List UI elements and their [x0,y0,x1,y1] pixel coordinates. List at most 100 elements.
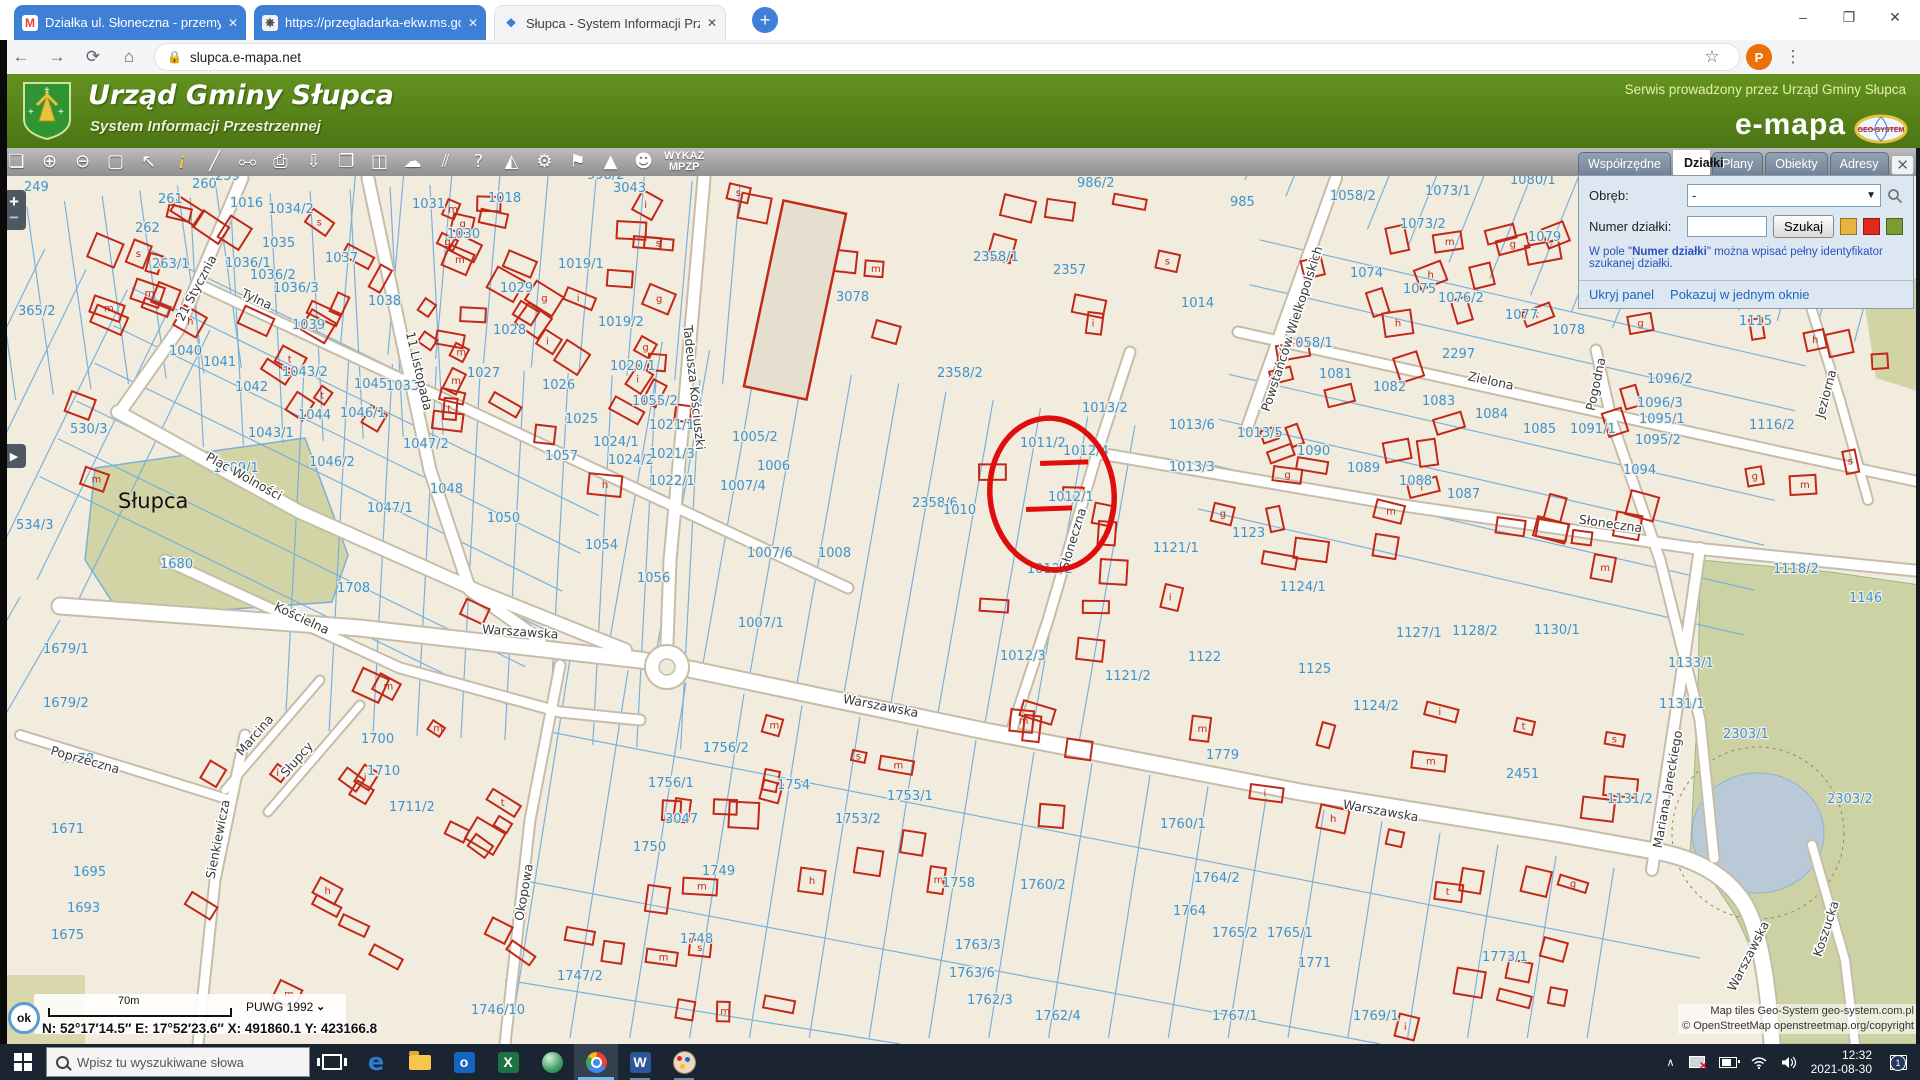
panel-close-icon[interactable]: ✕ [1891,155,1914,175]
settings-gears-icon[interactable]: ⚙ [528,148,561,176]
measure-icon[interactable]: ╱ [198,148,231,176]
taskbar-clock[interactable]: 12:32 2021-08-30 [1811,1048,1872,1076]
svg-text:g: g [642,342,648,353]
chevron-down-icon: ▼ [1866,190,1876,201]
svg-text:1058/2: 1058/2 [1330,189,1376,204]
svg-text:m: m [451,376,461,387]
action-center-icon[interactable]: 1 [1886,1051,1910,1073]
legend-square-yellow[interactable] [1840,218,1857,235]
minimize-button[interactable]: – [1780,0,1826,34]
svg-text:1013/5: 1013/5 [1237,426,1283,441]
map-viewport[interactable]: gigmtsmmithmmiigggsthgihtghmmgimmggiimtm… [0,176,1920,1044]
svg-text:263/1: 263/1 [152,257,189,272]
obreb-select[interactable]: -▼ [1687,184,1881,207]
svg-text:1024/1: 1024/1 [593,435,639,450]
browser-tab-1[interactable]: M Działka ul. Słoneczna - przemysł ✕ [14,5,246,40]
restore-button[interactable]: ❐ [1826,0,1872,34]
svg-text:1762/4: 1762/4 [1035,1009,1081,1024]
address-bar[interactable]: 🔒 slupca.e-mapa.net ☆ [154,43,1740,71]
tab-close-icon[interactable]: ✕ [228,16,238,30]
taskbar-app-excel[interactable]: X [486,1044,530,1080]
search-icon[interactable] [1887,188,1903,204]
profile-avatar[interactable]: P [1746,44,1772,70]
map-zoom-out[interactable]: − [9,210,19,226]
back-icon[interactable]: ← [6,47,36,67]
panel-tab-współrzędne[interactable]: Współrzędne [1578,152,1671,175]
url-text[interactable]: slupca.e-mapa.net [190,50,301,65]
svg-text:1756/2: 1756/2 [703,741,749,756]
browser-tab-3[interactable]: ❖ Słupca - System Informacji Przest ✕ [494,5,726,40]
layout-panels-icon[interactable]: ◫ [363,148,396,176]
taskbar-app-word[interactable]: W [618,1044,662,1080]
browser-menu-icon[interactable]: ⋮ [1778,47,1808,67]
browser-tab-2[interactable]: ✵ https://przegladarka-ekw.ms.gov ✕ [254,5,486,40]
single-window-link[interactable]: Pokazuj w jednym oknie [1670,287,1809,302]
crs-select[interactable]: PUWG 1992 [246,1000,313,1014]
szukaj-button[interactable]: Szukaj [1773,215,1834,238]
svg-text:1750: 1750 [633,840,666,855]
wifi-icon[interactable] [1751,1056,1767,1069]
svg-text:1089: 1089 [1347,461,1380,476]
parcel-number-input[interactable] [1687,216,1767,237]
terrain-icon[interactable]: ▲ [594,148,627,176]
taskbar-app-globe-app[interactable] [530,1044,574,1080]
panel-tab-obiekty[interactable]: Obiekty [1765,152,1827,175]
crs-chevron-icon[interactable]: ⌄ [316,1000,325,1013]
taskbar-search[interactable]: Wpisz tu wyszukiwane słowa [46,1047,310,1077]
legend-square-green[interactable] [1886,218,1903,235]
cursor-icon[interactable]: ↖ [132,148,165,176]
svg-text:1133/1: 1133/1 [1668,656,1714,671]
tab-close-icon[interactable]: ✕ [468,16,478,30]
svg-text:+: + [28,107,34,118]
taskbar-app-edge[interactable]: e [354,1044,398,1080]
copy-view-icon[interactable]: ❐ [330,148,363,176]
home-icon[interactable]: ⌂ [114,47,144,67]
start-button[interactable] [0,1044,46,1080]
ok-indicator[interactable]: ok [8,1002,40,1034]
panel-tab-działki[interactable]: Działki [1673,150,1710,175]
legend-square-red[interactable] [1863,218,1880,235]
info-icon[interactable]: i [165,148,198,176]
print-icon[interactable]: ⎙ [264,148,297,176]
reload-icon[interactable]: ⟳ [78,47,108,67]
panel-tab-adresy[interactable]: Adresy [1830,152,1889,175]
taskbar-app-chrome[interactable] [574,1044,618,1080]
hide-panel-link[interactable]: Ukryj panel [1589,287,1654,302]
svg-text:1763/3: 1763/3 [955,938,1001,953]
emapa-favicon: ❖ [503,15,519,31]
tab-close-icon[interactable]: ✕ [707,16,717,30]
svg-text:1048: 1048 [430,482,463,497]
svg-text:1085: 1085 [1523,422,1556,437]
close-button[interactable]: ✕ [1872,0,1918,34]
forward-icon[interactable]: → [42,47,72,67]
hatching-icon[interactable]: ⫽ [429,148,462,176]
taskbar-app-outlook[interactable]: o [442,1044,486,1080]
new-tab-button[interactable]: + [752,7,778,33]
volume-icon[interactable] [1781,1056,1797,1069]
scale-bar [48,1008,232,1017]
taskbar-app-file-explorer[interactable] [398,1044,442,1080]
cloud-shape-icon[interactable]: ☁ [396,148,429,176]
bookmark-star-icon[interactable]: ☆ [1697,47,1727,67]
svg-text:1021/3: 1021/3 [649,447,695,462]
printer-error-icon[interactable] [1689,1056,1705,1068]
svg-text:s: s [1165,256,1170,267]
taskbar-app-paint[interactable] [662,1044,706,1080]
svg-text:1096/3: 1096/3 [1637,396,1683,411]
svg-text:m: m [1426,756,1436,767]
download-point-icon[interactable]: ⇩ [297,148,330,176]
battery-icon[interactable] [1719,1057,1737,1068]
link-icon[interactable]: ⧟ [231,148,264,176]
svg-text:1094: 1094 [1623,463,1656,478]
select-area-icon[interactable]: ▢ [99,148,132,176]
map-flag-icon[interactable]: ⚑ [561,148,594,176]
flip-triangle-icon[interactable]: ◭ [495,148,528,176]
zoom-in-icon[interactable]: ⊕ [33,148,66,176]
help-icon[interactable]: ? [462,148,495,176]
feedback-person-icon[interactable]: ☻ [627,148,660,176]
taskbar-app-task-view[interactable] [310,1044,354,1080]
wykaz-mpzp-button[interactable]: WYKAZMPZP [664,151,704,173]
zoom-out-icon[interactable]: ⊖ [66,148,99,176]
svg-text:1043/1: 1043/1 [248,426,294,441]
tray-chevron-icon[interactable]: ∧ [1667,1056,1675,1069]
